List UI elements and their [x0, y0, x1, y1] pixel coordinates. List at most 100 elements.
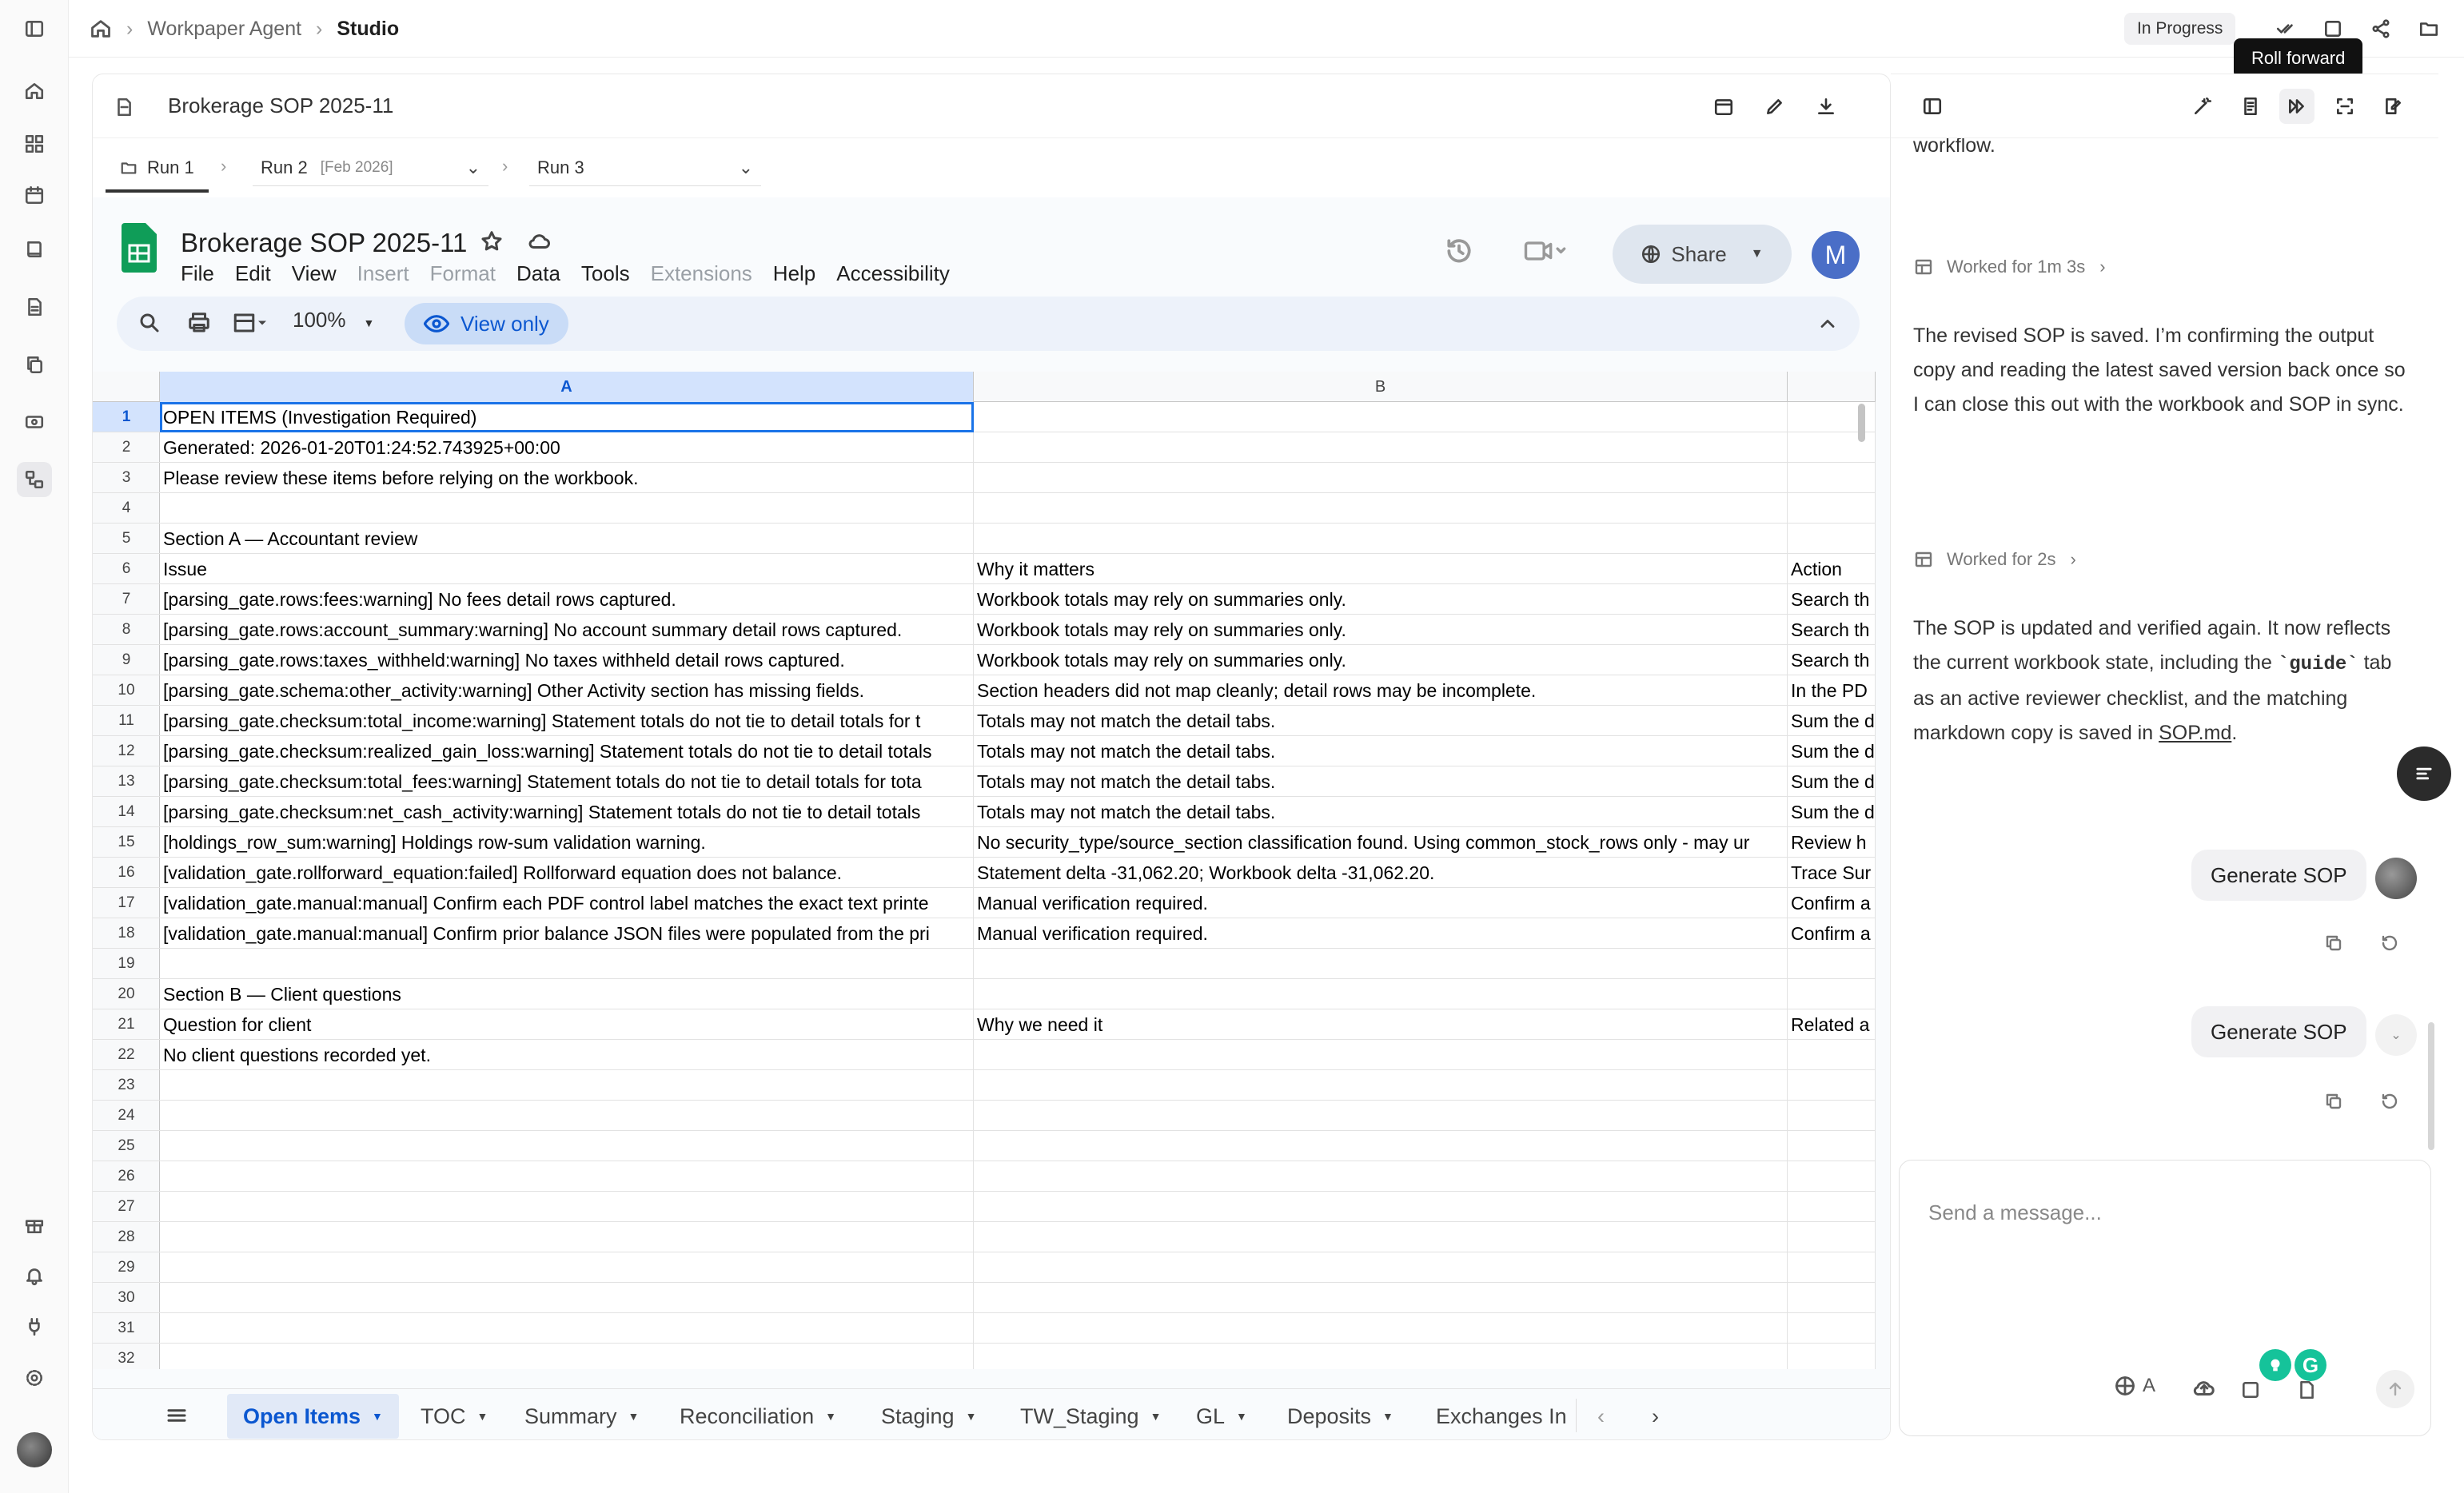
- cell[interactable]: [parsing_gate.schema:other_activity:warn…: [160, 675, 974, 706]
- cell[interactable]: Generated: 2026-01-20T01:24:52.743925+00…: [160, 432, 974, 463]
- row-number[interactable]: 25: [93, 1131, 160, 1161]
- cell[interactable]: Totals may not match the detail tabs.: [974, 797, 1788, 827]
- roll-forward-icon[interactable]: [2279, 89, 2314, 124]
- cell[interactable]: [974, 524, 1788, 554]
- book-icon[interactable]: [17, 232, 52, 267]
- cell[interactable]: [974, 432, 1788, 463]
- tab-gl[interactable]: GL ▼: [1196, 1394, 1247, 1439]
- chevron-up-icon[interactable]: [1816, 313, 1839, 335]
- share-button[interactable]: Share ▼: [1613, 225, 1792, 284]
- cell[interactable]: [parsing_gate.rows:account_summary:warni…: [160, 615, 974, 645]
- menu-data[interactable]: Data: [516, 261, 560, 286]
- search-icon[interactable]: [138, 311, 161, 335]
- row-number[interactable]: 5: [93, 524, 160, 554]
- menu-help[interactable]: Help: [773, 261, 815, 286]
- cell[interactable]: [974, 1283, 1788, 1313]
- cell[interactable]: Section A — Accountant review: [160, 524, 974, 554]
- row-number[interactable]: 6: [93, 554, 160, 584]
- home-nav-icon[interactable]: [17, 74, 52, 109]
- row-number[interactable]: 1: [93, 402, 160, 432]
- calendar-sync-icon[interactable]: [1706, 89, 1741, 124]
- cell[interactable]: [974, 1070, 1788, 1101]
- cell[interactable]: Statement delta -31,062.20; Workbook del…: [974, 858, 1788, 888]
- tab-run-1[interactable]: Run 1: [106, 146, 209, 193]
- calendar-icon[interactable]: [17, 177, 52, 213]
- menu-edit[interactable]: Edit: [235, 261, 271, 286]
- row-number[interactable]: 19: [93, 949, 160, 979]
- cell[interactable]: [160, 1252, 974, 1283]
- cell[interactable]: [974, 1131, 1788, 1161]
- cell[interactable]: [160, 1283, 974, 1313]
- cell[interactable]: [parsing_gate.rows:fees:warning] No fees…: [160, 584, 974, 615]
- tabs-scroll-right-icon[interactable]: ›: [1652, 1394, 1659, 1439]
- cell[interactable]: Section headers did not map cleanly; det…: [974, 675, 1788, 706]
- copy-icon[interactable]: [2320, 930, 2347, 957]
- cell[interactable]: Workbook totals may rely on summaries on…: [974, 615, 1788, 645]
- cell[interactable]: Manual verification required.: [974, 918, 1788, 949]
- cell[interactable]: [holdings_row_sum:warning] Holdings row-…: [160, 827, 974, 858]
- dashboard-icon[interactable]: [17, 126, 52, 161]
- column-header-c[interactable]: [1788, 372, 1876, 402]
- cell[interactable]: OPEN ITEMS (Investigation Required): [160, 402, 974, 432]
- upload-icon[interactable]: [2192, 1376, 2216, 1400]
- document-icon[interactable]: [17, 289, 52, 324]
- download-icon[interactable]: [1808, 89, 1844, 124]
- worked-summary-1[interactable]: Worked for 1m 3s ›: [1913, 257, 2106, 277]
- tab-deposits[interactable]: Deposits ▼: [1287, 1394, 1393, 1439]
- magic-wand-icon[interactable]: [2185, 89, 2220, 124]
- row-number[interactable]: 4: [93, 493, 160, 524]
- retry-icon[interactable]: [2376, 1088, 2403, 1115]
- cell[interactable]: [974, 1161, 1788, 1192]
- cell[interactable]: [validation_gate.manual:manual] Confirm …: [160, 918, 974, 949]
- cell[interactable]: Why we need it: [974, 1009, 1788, 1040]
- cell[interactable]: [validation_gate.rollforward_equation:fa…: [160, 858, 974, 888]
- row-number[interactable]: 23: [93, 1070, 160, 1101]
- document-list-icon[interactable]: [2233, 89, 2268, 124]
- cell[interactable]: Issue: [160, 554, 974, 584]
- user-avatar[interactable]: [17, 1432, 52, 1467]
- row-number[interactable]: 14: [93, 797, 160, 827]
- cell[interactable]: [974, 1252, 1788, 1283]
- zoom-select[interactable]: 100% ▼: [293, 308, 374, 332]
- outline-toggle-button[interactable]: [2397, 746, 2451, 801]
- cell[interactable]: Totals may not match the detail tabs.: [974, 706, 1788, 736]
- row-number[interactable]: 10: [93, 675, 160, 706]
- cell[interactable]: [parsing_gate.checksum:total_income:warn…: [160, 706, 974, 736]
- row-number[interactable]: 16: [93, 858, 160, 888]
- workflow-icon[interactable]: [17, 462, 52, 497]
- cell[interactable]: [160, 1222, 974, 1252]
- cell[interactable]: No security_type/source_section classifi…: [974, 827, 1788, 858]
- cell[interactable]: No client questions recorded yet.: [160, 1040, 974, 1070]
- row-number[interactable]: 28: [93, 1222, 160, 1252]
- plug-icon[interactable]: [17, 1309, 52, 1344]
- cell[interactable]: [974, 949, 1788, 979]
- row-number[interactable]: 20: [93, 979, 160, 1009]
- column-header-a[interactable]: A: [160, 372, 974, 402]
- retry-icon[interactable]: [2376, 930, 2403, 957]
- edit-note-icon[interactable]: [2375, 89, 2410, 124]
- cell[interactable]: [160, 1161, 974, 1192]
- worked-summary-2[interactable]: Worked for 2s ›: [1913, 549, 2076, 570]
- row-number[interactable]: 27: [93, 1192, 160, 1222]
- view-only-button[interactable]: View only: [405, 303, 568, 344]
- cell[interactable]: Workbook totals may rely on summaries on…: [974, 584, 1788, 615]
- star-icon[interactable]: [480, 229, 504, 253]
- bell-icon[interactable]: [17, 1258, 52, 1293]
- cell[interactable]: [parsing_gate.checksum:total_fees:warnin…: [160, 766, 974, 797]
- cell[interactable]: [160, 1101, 974, 1131]
- row-number[interactable]: 9: [93, 645, 160, 675]
- chat-scrollbar[interactable]: [2428, 1022, 2434, 1150]
- cell[interactable]: [160, 1344, 974, 1369]
- folder-link-icon[interactable]: [2411, 11, 2446, 46]
- run-2-select[interactable]: Run 2 [Feb 2026] ⌄: [253, 149, 488, 186]
- row-number[interactable]: 18: [93, 918, 160, 949]
- tab-open-items[interactable]: Open Items ▼: [227, 1394, 399, 1439]
- cell[interactable]: [160, 1313, 974, 1344]
- document-attach-icon[interactable]: [2296, 1380, 2317, 1400]
- row-number[interactable]: 3: [93, 463, 160, 493]
- copy-files-icon[interactable]: [17, 347, 52, 382]
- tab-tw-staging[interactable]: TW_Staging ▼: [1020, 1394, 1161, 1439]
- cell[interactable]: [974, 1040, 1788, 1070]
- menu-view[interactable]: View: [292, 261, 337, 286]
- column-header-b[interactable]: B: [974, 372, 1788, 402]
